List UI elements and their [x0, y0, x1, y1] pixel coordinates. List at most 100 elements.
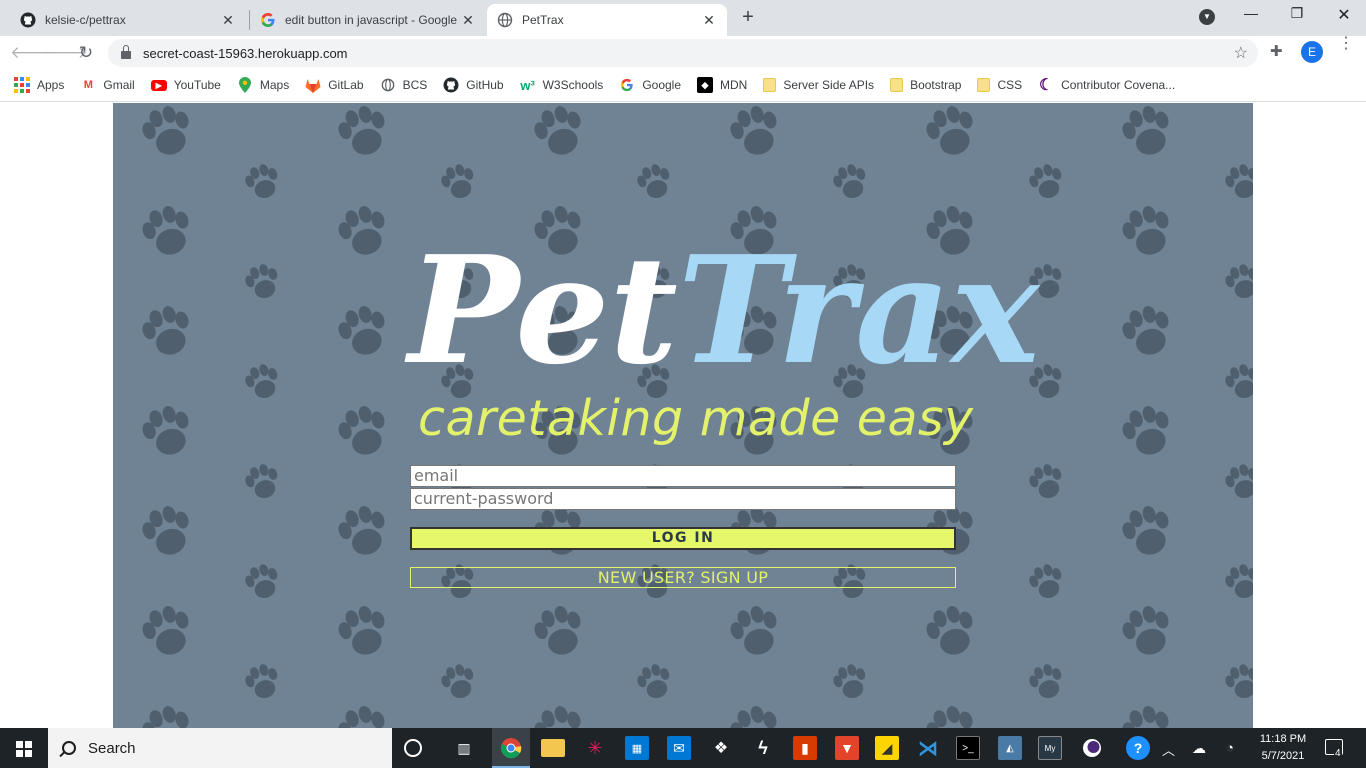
- paw-print: [730, 606, 777, 655]
- paw-print: [1029, 664, 1062, 699]
- new-tab-button[interactable]: +: [738, 6, 758, 28]
- gitlab-app-icon[interactable]: ▼: [835, 736, 859, 760]
- clock-time: 11:18 PM: [1259, 733, 1307, 745]
- bookmark-label: Google: [642, 78, 682, 92]
- paw-print: [338, 306, 385, 355]
- bookmark-mdn[interactable]: ◆ MDN: [697, 77, 747, 93]
- vscode-icon[interactable]: ⋊: [916, 736, 940, 760]
- bookmark-label: GitHub: [466, 78, 504, 92]
- tab-google-search[interactable]: edit button in javascript - Google ✕: [250, 4, 486, 36]
- back-button[interactable]: 🡐: [10, 41, 56, 65]
- close-tab-icon[interactable]: ✕: [460, 12, 476, 29]
- bookmark-github[interactable]: GitHub: [443, 77, 504, 93]
- bookmark-label: Apps: [37, 78, 65, 92]
- tab-search-icon[interactable]: ▼: [1199, 9, 1215, 25]
- paw-print: [1122, 206, 1169, 255]
- bookmark-w3schools[interactable]: w³ W3Schools: [520, 77, 603, 93]
- menu-kebab-icon[interactable]: ⋮: [1338, 36, 1354, 52]
- paw-print: [338, 206, 385, 255]
- show-hidden-icons-icon[interactable]: ︿: [1162, 740, 1175, 759]
- close-tab-icon[interactable]: ✕: [701, 12, 717, 29]
- url-text[interactable]: secret-coast-15963.herokuapp.com: [143, 46, 348, 61]
- paw-print: [142, 106, 189, 155]
- password-input[interactable]: current-password: [410, 488, 956, 510]
- close-tab-icon[interactable]: ✕: [220, 12, 236, 29]
- onedrive-cloud-icon[interactable]: ☁: [1192, 740, 1206, 757]
- paw-print: [1122, 606, 1169, 655]
- mdn-icon: ◆: [697, 77, 714, 93]
- github-icon: [443, 77, 459, 93]
- notification-count-badge: 4: [1334, 748, 1342, 759]
- cortana-icon[interactable]: [404, 739, 422, 757]
- bookmark-google[interactable]: Google: [619, 77, 681, 93]
- google-icon: [619, 77, 635, 93]
- task-view-icon[interactable]: ▥: [452, 736, 476, 760]
- paw-print: [245, 264, 278, 299]
- terminal-icon[interactable]: >_: [956, 736, 980, 760]
- paw-print: [142, 406, 189, 455]
- paw-print: [833, 164, 866, 199]
- wifi-icon[interactable]: ◔: [1226, 740, 1234, 755]
- chrome-icon[interactable]: [499, 736, 523, 760]
- tab-pettrax[interactable]: PetTrax ✕: [487, 4, 727, 36]
- bookmark-maps[interactable]: Maps: [237, 77, 289, 93]
- windows-logo-icon: [16, 741, 32, 757]
- paw-print: [1225, 564, 1253, 599]
- bookmark-folder-server-side-apis[interactable]: Server Side APIs: [763, 78, 874, 92]
- paw-print: [1122, 406, 1169, 455]
- mail-icon[interactable]: ✉: [667, 736, 691, 760]
- signup-button[interactable]: NEW USER? SIGN UP: [410, 567, 956, 588]
- paw-print: [1225, 164, 1253, 199]
- close-window-button[interactable]: ✕: [1329, 5, 1359, 25]
- paw-print: [245, 564, 278, 599]
- globe-icon: [497, 12, 513, 28]
- paw-print: [245, 364, 278, 399]
- email-input[interactable]: email: [410, 465, 956, 487]
- store-icon[interactable]: ▦: [625, 736, 649, 760]
- bookmark-bcs[interactable]: BCS: [380, 77, 427, 93]
- windows-taskbar: Search ▥ ✳ ▦ ✉ ❖ ϟ ▮ ▼ ◢ ⋊ >_ ◭ My ? ︿ ☁…: [0, 728, 1366, 768]
- bookmark-contributor-covenant[interactable]: ☾ Contributor Covena...: [1038, 77, 1175, 94]
- minimize-button[interactable]: —: [1236, 5, 1266, 21]
- eclipse-icon[interactable]: [1080, 736, 1104, 760]
- paw-print: [441, 664, 474, 699]
- extensions-puzzle-icon[interactable]: ✚: [1270, 42, 1283, 60]
- profile-avatar[interactable]: E: [1301, 41, 1323, 63]
- file-explorer-icon[interactable]: [541, 739, 565, 757]
- bookmarks-bar: Apps M Gmail ▶ YouTube Maps GitLab BCS G…: [0, 69, 1366, 102]
- bookmark-apps[interactable]: Apps: [14, 77, 64, 93]
- page-viewport: PetTrax caretaking made easy email curre…: [0, 103, 1366, 728]
- paw-print: [245, 664, 278, 699]
- paw-print: [637, 664, 670, 699]
- restore-button[interactable]: ❐: [1282, 5, 1312, 22]
- sticky-notes-icon[interactable]: ◢: [875, 736, 899, 760]
- bookmark-gitlab[interactable]: GitLab: [305, 77, 364, 93]
- lock-icon[interactable]: [121, 45, 131, 59]
- paw-print: [142, 706, 189, 728]
- bookmark-youtube[interactable]: ▶ YouTube: [150, 78, 221, 92]
- start-button[interactable]: [0, 728, 48, 768]
- bookmark-star-icon[interactable]: ☆: [1234, 43, 1248, 63]
- taskbar-search[interactable]: Search: [48, 728, 392, 768]
- slack-icon[interactable]: ✳: [583, 736, 607, 760]
- paw-print: [1029, 164, 1062, 199]
- mysql-workbench-icon[interactable]: ◭: [998, 736, 1022, 760]
- bookmark-label: Server Side APIs: [783, 78, 875, 92]
- paw-print: [730, 706, 777, 728]
- mysql-shell-icon[interactable]: My: [1038, 736, 1062, 760]
- git-icon[interactable]: ϟ: [751, 736, 775, 760]
- bookmark-folder-css[interactable]: CSS: [977, 78, 1022, 92]
- tab-github[interactable]: kelsie-c/pettrax ✕: [10, 4, 246, 36]
- forward-button[interactable]: 🡒: [42, 41, 88, 65]
- address-bar[interactable]: secret-coast-15963.herokuapp.com ☆: [108, 39, 1258, 67]
- login-button[interactable]: LOG IN: [410, 527, 956, 550]
- youtube-icon: ▶: [150, 79, 167, 91]
- help-icon[interactable]: ?: [1126, 736, 1150, 760]
- dropbox-icon[interactable]: ❖: [709, 736, 733, 760]
- office-icon[interactable]: ▮: [793, 736, 817, 760]
- bookmark-folder-bootstrap[interactable]: Bootstrap: [890, 78, 961, 92]
- system-clock[interactable]: 11:18 PM 5/7/2021: [1252, 731, 1314, 765]
- bookmark-gmail[interactable]: M Gmail: [80, 77, 135, 93]
- globe-icon: [380, 77, 396, 93]
- reload-button[interactable]: ↻: [74, 41, 98, 65]
